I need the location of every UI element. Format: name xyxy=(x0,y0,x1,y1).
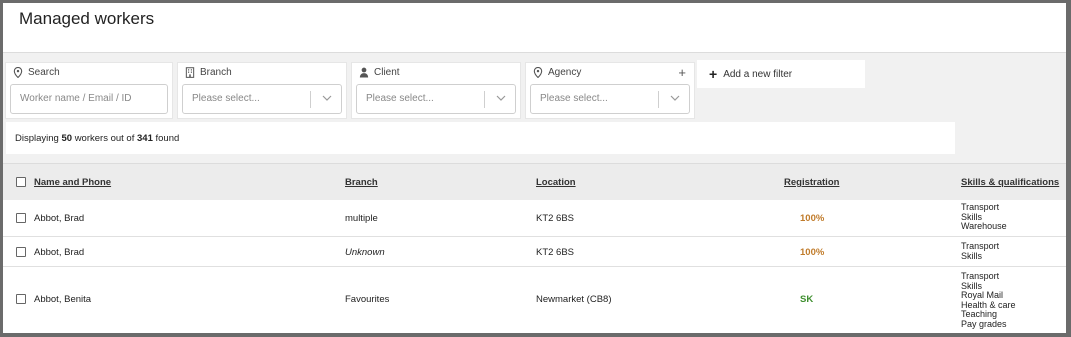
worker-branch: Unknown xyxy=(345,247,385,258)
chevron-down-icon[interactable] xyxy=(496,93,506,103)
summary-shown-count: 50 xyxy=(61,132,73,144)
agency-select-value: Please select... xyxy=(540,93,608,104)
add-filter-label: Add a new filter xyxy=(723,68,793,80)
skills-list: Transport Skills Royal Mail Health & car… xyxy=(961,271,1016,330)
registration-status: 100% xyxy=(800,213,825,224)
table-header: Name and Phone Branch Location Registrat… xyxy=(3,163,1066,200)
branch-select-value: Please select... xyxy=(192,93,260,104)
worker-name[interactable]: Abbot, Brad xyxy=(34,247,84,258)
agency-filter: Agency + Please select... xyxy=(525,62,695,119)
skill-item: Skills xyxy=(961,250,983,261)
agency-select[interactable]: Please select... xyxy=(530,84,690,114)
client-select-value: Please select... xyxy=(366,93,434,104)
branch-label-text: Branch xyxy=(200,67,232,78)
select-all-checkbox[interactable] xyxy=(16,177,26,187)
table-row[interactable]: Abbot, Brad Unknown KT2 6BS 100% Transpo… xyxy=(3,237,1066,267)
skill-item: Warehouse xyxy=(961,221,1007,232)
worker-branch: multiple xyxy=(345,213,378,224)
agency-label-text: Agency xyxy=(548,67,582,78)
results-summary: Displaying 50 workers out of 341 found xyxy=(6,122,955,154)
plus-icon: + xyxy=(709,66,718,82)
skills-list: Transport Skills Warehouse xyxy=(961,202,1007,232)
client-filter: Client Please select... xyxy=(351,62,521,119)
building-icon xyxy=(185,67,195,78)
chevron-down-icon[interactable] xyxy=(322,93,332,103)
summary-text: Displaying 50 workers out of 341 found xyxy=(15,133,179,144)
summary-middle: workers out of xyxy=(74,132,135,144)
column-header-location[interactable]: Location xyxy=(536,177,576,188)
select-separator xyxy=(310,91,311,108)
worker-branch: Favourites xyxy=(345,294,390,305)
worker-location: Newmarket (CB8) xyxy=(536,294,612,305)
worker-location: KT2 6BS xyxy=(536,213,575,224)
location-pin-icon xyxy=(13,67,23,78)
search-input[interactable]: Worker name / Email / ID xyxy=(10,84,168,114)
branch-filter-label: Branch xyxy=(185,67,232,78)
agency-filter-label: Agency xyxy=(533,67,581,78)
select-separator xyxy=(484,91,485,108)
person-icon xyxy=(359,67,369,78)
add-agency-button[interactable]: + xyxy=(678,65,686,80)
row-checkbox[interactable] xyxy=(16,294,26,304)
search-filter-label: Search xyxy=(13,67,60,78)
registration-status: 100% xyxy=(800,247,825,258)
select-separator xyxy=(658,91,659,108)
table-row[interactable]: Abbot, Benita Favourites Newmarket (CB8)… xyxy=(3,267,1066,333)
search-placeholder: Worker name / Email / ID xyxy=(20,93,132,104)
location-pin-icon xyxy=(533,67,543,78)
branch-filter: Branch Please select... xyxy=(177,62,347,119)
worker-name[interactable]: Abbot, Brad xyxy=(34,213,84,224)
chevron-down-icon[interactable] xyxy=(670,93,680,103)
registration-status: SK xyxy=(800,294,814,305)
row-checkbox[interactable] xyxy=(16,213,26,223)
worker-name[interactable]: Abbot, Benita xyxy=(34,294,91,305)
summary-suffix: found xyxy=(155,132,180,144)
client-filter-label: Client xyxy=(359,67,400,78)
table-row[interactable]: Abbot, Brad multiple KT2 6BS 100% Transp… xyxy=(3,200,1066,237)
row-checkbox[interactable] xyxy=(16,247,26,257)
search-label-text: Search xyxy=(28,67,60,78)
column-header-name[interactable]: Name and Phone xyxy=(34,177,111,188)
summary-total-count: 341 xyxy=(137,132,153,144)
client-label-text: Client xyxy=(374,67,400,78)
page-title: Managed workers xyxy=(19,9,155,28)
app-frame: Managed workers Search Worker name / Ema… xyxy=(3,3,1066,333)
client-select[interactable]: Please select... xyxy=(356,84,516,114)
summary-prefix: Displaying xyxy=(15,132,59,144)
column-header-skills[interactable]: Skills & qualifications xyxy=(961,177,1059,188)
skill-item: Pay grades xyxy=(961,318,1007,329)
column-header-branch[interactable]: Branch xyxy=(345,177,378,188)
worker-location: KT2 6BS xyxy=(536,247,575,258)
add-filter-button[interactable]: + Add a new filter xyxy=(697,60,865,88)
search-filter: Search Worker name / Email / ID xyxy=(5,62,173,119)
branch-select[interactable]: Please select... xyxy=(182,84,342,114)
title-bar: Managed workers xyxy=(3,3,1066,53)
skills-list: Transport Skills xyxy=(961,241,999,261)
column-header-registration[interactable]: Registration xyxy=(784,177,839,188)
